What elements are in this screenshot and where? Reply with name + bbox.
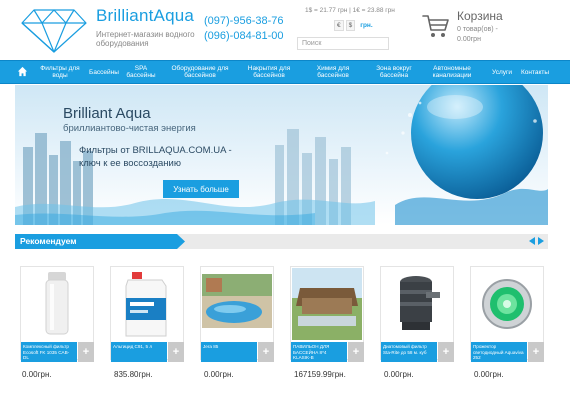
nav-item-sewage[interactable]: Автономные канализации xyxy=(424,61,480,83)
currency-switcher: € $ грн. xyxy=(334,20,376,31)
cart-items: 0 товар(ов) - xyxy=(457,26,498,33)
cart-icon[interactable] xyxy=(422,12,450,40)
search-input[interactable]: Поиск xyxy=(297,37,389,50)
exchange-rates: 1$ = 21.77 грн | 1€ = 23.88 грн xyxy=(305,7,395,14)
product-price: 167159.99грн. xyxy=(294,370,346,379)
currency-usd[interactable]: $ xyxy=(345,20,356,31)
nav-item-pool-area[interactable]: Зона вокруг бассейна xyxy=(368,61,420,83)
product-card[interactable]: Альгицид C91, 5 л + xyxy=(110,266,184,362)
main-nav: Фильтры для воды Бассейны SPA бассейны О… xyxy=(0,60,570,84)
product-card[interactable]: Комплексный фильтр Ecosoft FK 1035 CAB-D… xyxy=(20,266,94,362)
product-card[interactable]: ПАВИЛЬОН ДЛЯ БАССЕЙНА 8*4 KLASIK-B + xyxy=(290,266,364,362)
currency-eur[interactable]: € xyxy=(334,20,344,31)
recommended-title: Рекомендуем xyxy=(20,236,77,246)
product-name[interactable]: Диатомовый фильтр Sta-Rite до 58 м. куб xyxy=(381,342,437,362)
add-to-cart-button[interactable]: + xyxy=(348,342,364,362)
product-image[interactable] xyxy=(382,268,452,340)
home-icon[interactable] xyxy=(17,66,28,77)
add-to-cart-button[interactable]: + xyxy=(438,342,454,362)
nav-item-filters[interactable]: Фильтры для воды xyxy=(34,61,86,83)
banner-subtitle: бриллиантово-чистая энергия xyxy=(63,123,196,134)
nav-item-equipment[interactable]: Оборудование для бассейнов xyxy=(164,61,236,83)
learn-more-button[interactable]: Узнать больше xyxy=(163,180,239,198)
recommended-bar: Рекомендуем xyxy=(15,234,548,249)
add-to-cart-button[interactable]: + xyxy=(258,342,274,362)
nav-item-spa[interactable]: SPA бассейны xyxy=(122,61,160,83)
nav-item-contacts[interactable]: Контакты xyxy=(518,61,552,83)
arrow-left-icon[interactable] xyxy=(529,237,535,245)
product-image[interactable] xyxy=(472,268,542,340)
nav-item-services[interactable]: Услуги xyxy=(490,61,514,83)
nav-item-chemicals[interactable]: Химия для бассейнов xyxy=(302,61,364,83)
product-price: 835.80грн. xyxy=(114,370,153,379)
product-image[interactable] xyxy=(22,268,92,340)
product-name[interactable]: ПАВИЛЬОН ДЛЯ БАССЕЙНА 8*4 KLASIK-B xyxy=(291,342,347,362)
banner-text-line-1: Фильтры от BRILLAQUA.COM.UA - xyxy=(79,145,232,156)
product-image[interactable] xyxy=(202,268,272,340)
hero-banner[interactable]: Brilliant Aqua бриллиантово-чистая энерг… xyxy=(15,85,548,225)
add-to-cart-button[interactable]: + xyxy=(78,342,94,362)
page: BrilliantAqua Интернет-магазин водного о… xyxy=(0,0,570,400)
product-name[interactable]: Комплексный фильтр Ecosoft FK 1035 CAB-D… xyxy=(21,342,77,362)
product-image[interactable] xyxy=(112,268,182,340)
banner-text-line-2: ключ к ее воссозданию xyxy=(79,158,181,169)
diamond-logo-icon[interactable] xyxy=(20,8,88,54)
add-to-cart-button[interactable]: + xyxy=(528,342,544,362)
cart-summary: 0 товар(ов) - 0.00грн xyxy=(457,25,498,45)
brand-name[interactable]: BrilliantAqua xyxy=(96,6,194,26)
product-name[interactable]: Прожектор светодиодный Aquaviva 252 xyxy=(471,342,527,362)
product-card[interactable]: Прожектор светодиодный Aquaviva 252 + xyxy=(470,266,544,362)
product-price: 0.00грн. xyxy=(384,370,414,379)
banner-title: Brilliant Aqua xyxy=(63,105,151,122)
nav-item-pools[interactable]: Бассейны xyxy=(88,61,120,83)
product-price: 0.00грн. xyxy=(474,370,504,379)
cart-total: 0.00грн xyxy=(457,36,481,43)
product-card[interactable]: Диатомовый фильтр Sta-Rite до 58 м. куб … xyxy=(380,266,454,362)
add-to-cart-button[interactable]: + xyxy=(168,342,184,362)
cart-title[interactable]: Корзина xyxy=(457,9,503,23)
product-name[interactable]: Альгицид C91, 5 л xyxy=(111,342,167,362)
recommended-bar-background xyxy=(15,234,548,249)
product-card[interactable]: Jera 85 + xyxy=(200,266,274,362)
tagline: Интернет-магазин водного оборудования xyxy=(96,30,195,48)
phone-1[interactable]: (097)-956-38-76 xyxy=(204,14,284,29)
currency-uah[interactable]: грн. xyxy=(357,20,376,31)
arrow-right-icon[interactable] xyxy=(538,237,544,245)
product-price: 0.00грн. xyxy=(204,370,234,379)
phones: (097)-956-38-76 (096)-084-81-00 xyxy=(204,14,284,44)
phone-2[interactable]: (096)-084-81-00 xyxy=(204,29,284,44)
product-price: 0.00грн. xyxy=(22,370,52,379)
product-name[interactable]: Jera 85 xyxy=(201,342,257,362)
nav-item-covers[interactable]: Накрытия для бассейнов xyxy=(240,61,298,83)
product-image[interactable] xyxy=(292,268,362,340)
